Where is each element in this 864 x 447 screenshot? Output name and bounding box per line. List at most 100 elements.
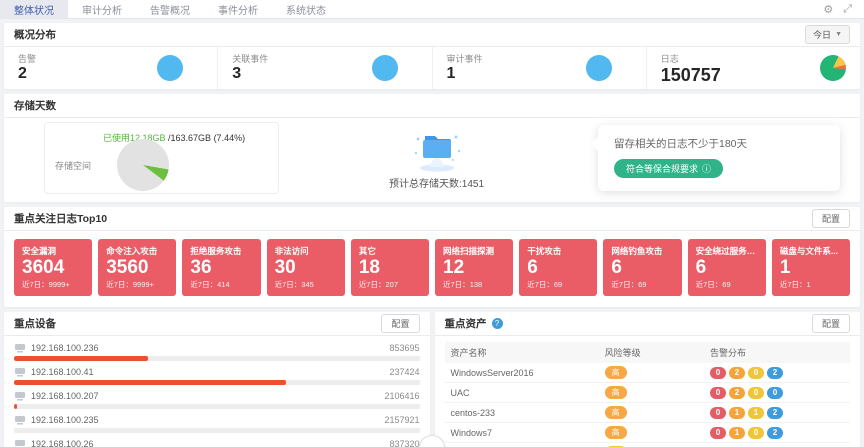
top-logs-title: 重点关注日志Top10 [14, 211, 107, 226]
log-card[interactable]: 拒绝服务攻击 36 近7日：414 [182, 239, 260, 296]
device-ip: 192.168.100.236 [31, 343, 99, 353]
overview-title: 概况分布 [14, 27, 56, 42]
log-card-recent: 近7日：345 [275, 279, 337, 290]
risk-badge: 高 [605, 426, 627, 439]
stat-label: 日志 [661, 52, 846, 65]
asset-name: centos-233 [445, 403, 599, 423]
alarm-badge-high: 2 [729, 367, 745, 379]
key-assets-config-button[interactable]: 配置 [812, 314, 850, 333]
log-card-value: 18 [359, 257, 421, 279]
tab-event-analysis[interactable]: 事件分析 [204, 0, 272, 18]
fullscreen-icon[interactable]: ⤢ [843, 3, 852, 16]
stat-logs: 日志 150757 [647, 47, 860, 89]
log-card-name: 网络扫描探测 [443, 245, 505, 257]
stat-audit-events: 审计事件 1 [433, 47, 647, 89]
device-ip: 192.168.100.41 [31, 367, 94, 377]
column-header-asset-name: 资产名称 [445, 342, 599, 363]
log-card[interactable]: 网络钓鱼攻击 6 近7日：69 [603, 239, 681, 296]
device-row[interactable]: 192.168.100.236 853695 [14, 343, 420, 361]
log-card-name: 网络钓鱼攻击 [611, 245, 673, 257]
compliance-button-label: 符合等保合规要求 [626, 162, 698, 175]
device-row[interactable]: 192.168.100.41 237424 [14, 367, 420, 385]
asset-name: Windows7 [445, 423, 599, 443]
log-card[interactable]: 命令注入攻击 3560 近7日：9999+ [98, 239, 176, 296]
alarm-badge-low: 2 [767, 407, 783, 419]
storage-estimate-text: 预计总存储天数:1451 [389, 175, 484, 190]
storage-space-label: 存储空间 [55, 159, 91, 172]
asset-row[interactable]: centos-233 高 0 1 1 2 [445, 403, 851, 423]
alarm-badge-high: 2 [729, 387, 745, 399]
key-devices-config-button[interactable]: 配置 [381, 314, 419, 333]
alarm-badge-critical: 0 [710, 387, 726, 399]
device-icon [14, 391, 26, 401]
asset-row[interactable]: 192.168.100.11 中 0 0 1 0 [445, 443, 851, 447]
log-card[interactable]: 干扰攻击 6 近7日：69 [519, 239, 597, 296]
column-header-alarm-distribution: 告警分布 [704, 342, 850, 363]
blue-circle-icon [586, 55, 612, 81]
device-row[interactable]: 192.168.100.26 837320 [14, 439, 420, 447]
top-logs-config-button[interactable]: 配置 [812, 209, 850, 228]
compliance-button[interactable]: 符合等保合规要求 ⓘ [614, 159, 723, 178]
tab-alert-overview[interactable]: 告警概况 [136, 0, 204, 18]
log-card-recent: 近7日：414 [190, 279, 252, 290]
device-count: 853695 [389, 343, 419, 353]
log-card[interactable]: 非法访问 30 近7日：345 [267, 239, 345, 296]
alarm-badge-high: 1 [729, 427, 745, 439]
log-card[interactable]: 安全绕过服务攻击 6 近7日：69 [688, 239, 766, 296]
log-card-name: 干扰攻击 [527, 245, 589, 257]
storage-total-text: /163.67GB (7.44%) [166, 133, 246, 143]
device-ip: 192.168.100.207 [31, 391, 99, 401]
log-card-name: 安全漏洞 [22, 245, 84, 257]
date-range-dropdown[interactable]: 今日 ▼ [805, 25, 850, 44]
asset-row[interactable]: UAC 高 0 2 0 0 [445, 383, 851, 403]
alarm-badges: 0 1 0 2 [710, 427, 783, 439]
log-card-recent: 近7日：69 [611, 279, 673, 290]
log-card[interactable]: 其它 18 近7日：207 [351, 239, 429, 296]
gear-icon[interactable]: ⚙ [823, 3, 833, 16]
storage-pie-chart [117, 139, 169, 191]
date-range-label: 今日 [813, 28, 831, 41]
asset-row[interactable]: Windows7 高 0 1 0 2 [445, 423, 851, 443]
top-logs-card: 重点关注日志Top10 配置 安全漏洞 3604 近7日：9999+ 命令注入攻… [4, 207, 860, 307]
folder-icon [409, 127, 465, 173]
chevron-down-icon: ▼ [835, 31, 842, 38]
alarm-badges: 0 2 0 0 [710, 387, 783, 399]
top-logs-row: 安全漏洞 3604 近7日：9999+ 命令注入攻击 3560 近7日：9999… [4, 231, 860, 307]
device-bar-track [14, 428, 420, 433]
device-row[interactable]: 192.168.100.207 2106416 [14, 391, 420, 409]
device-bar-fill [14, 404, 17, 409]
log-card-value: 6 [527, 257, 589, 279]
tab-overall-status[interactable]: 整体状况 [0, 0, 68, 18]
alarm-badge-medium: 0 [748, 387, 764, 399]
stat-correlated-events: 关联事件 3 [218, 47, 432, 89]
log-card-value: 6 [611, 257, 673, 279]
device-count: 2157921 [384, 415, 419, 425]
asset-row[interactable]: WindowsServer2016 高 0 2 0 2 [445, 363, 851, 383]
storage-estimate-block: 预计总存储天数:1451 [389, 127, 484, 190]
overview-card: 概况分布 今日 ▼ 告警 2 关联事件 3 审计事件 1 [4, 23, 860, 89]
assets-table: 资产名称 风险等级 告警分布 WindowsServer2016 高 0 2 0… [445, 342, 851, 447]
device-icon [14, 415, 26, 425]
alarm-badge-high: 1 [729, 407, 745, 419]
stat-value: 150757 [661, 65, 846, 86]
log-card-recent: 近7日：9999+ [22, 279, 84, 290]
help-icon[interactable]: ? [492, 318, 503, 329]
info-icon: ⓘ [702, 162, 711, 175]
log-card[interactable]: 磁盘与文件系... 1 近7日：1 [772, 239, 850, 296]
tab-system-status[interactable]: 系统状态 [272, 0, 340, 18]
key-devices-title: 重点设备 [14, 316, 56, 331]
device-bar-track [14, 380, 420, 385]
storage-title: 存储天数 [14, 98, 56, 113]
log-card-recent: 近7日：1 [780, 279, 842, 290]
tab-audit-analysis[interactable]: 审计分析 [68, 0, 136, 18]
log-card[interactable]: 安全漏洞 3604 近7日：9999+ [14, 239, 92, 296]
device-bar-track [14, 404, 420, 409]
log-card-value: 3560 [106, 257, 168, 279]
log-card-name: 命令注入攻击 [106, 245, 168, 257]
device-row[interactable]: 192.168.100.235 2157921 [14, 415, 420, 433]
alarm-badge-medium: 1 [748, 407, 764, 419]
log-card-name: 非法访问 [275, 245, 337, 257]
asset-name: 192.168.100.11 [445, 443, 599, 447]
device-ip: 192.168.100.26 [31, 439, 94, 447]
log-card[interactable]: 网络扫描探测 12 近7日：138 [435, 239, 513, 296]
